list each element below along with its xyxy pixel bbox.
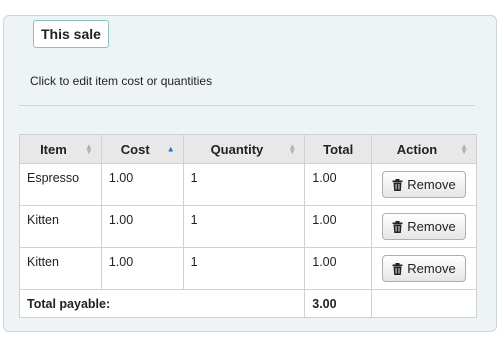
sale-panel: This sale Click to edit item cost or qua… bbox=[3, 15, 497, 332]
column-header-quantity[interactable]: Quantity ▲ ▼ bbox=[182, 134, 306, 164]
sale-table: Item ▲ ▼ Cost ▲ Quantity ▲ ▼ Total Action … bbox=[18, 134, 477, 318]
column-header-label: Action bbox=[396, 141, 438, 157]
edit-hint: Click to edit item cost or quantities bbox=[30, 74, 213, 88]
table-row: Espresso 1.00 1 1.00 Remove bbox=[19, 163, 477, 206]
trash-icon bbox=[392, 262, 403, 275]
remove-button-label: Remove bbox=[407, 177, 456, 192]
remove-button[interactable]: Remove bbox=[382, 255, 466, 282]
cost-cell[interactable]: 1.00 bbox=[100, 247, 184, 290]
remove-button[interactable]: Remove bbox=[382, 213, 466, 240]
column-header-total: Total bbox=[304, 134, 373, 164]
column-header-label: Cost bbox=[120, 141, 150, 157]
total-cell: 1.00 bbox=[304, 205, 373, 248]
table-row: Kitten 1.00 1 1.00 Remove bbox=[19, 247, 477, 290]
table-row: Kitten 1.00 1 1.00 Remove bbox=[19, 205, 477, 248]
item-cell: Kitten bbox=[19, 247, 102, 290]
sort-both-icon: ▲ ▼ bbox=[460, 142, 468, 156]
column-header-item[interactable]: Item ▲ ▼ bbox=[19, 134, 102, 164]
column-header-cost[interactable]: Cost ▲ bbox=[100, 134, 184, 164]
remove-button-label: Remove bbox=[407, 261, 456, 276]
trash-icon bbox=[392, 178, 403, 191]
column-header-action[interactable]: Action ▲ ▼ bbox=[371, 134, 477, 164]
divider bbox=[19, 105, 475, 106]
sort-both-icon: ▲ ▼ bbox=[84, 142, 93, 156]
column-header-label: Item bbox=[40, 141, 67, 157]
cost-cell[interactable]: 1.00 bbox=[100, 163, 184, 206]
column-header-label: Quantity bbox=[210, 141, 264, 157]
quantity-cell[interactable]: 1 bbox=[182, 163, 306, 206]
quantity-cell[interactable]: 1 bbox=[182, 247, 306, 290]
action-cell: Remove bbox=[371, 205, 477, 248]
total-payable-value: 3.00 bbox=[304, 289, 373, 318]
action-cell: Remove bbox=[371, 163, 477, 206]
remove-button[interactable]: Remove bbox=[382, 171, 466, 198]
remove-button-label: Remove bbox=[407, 219, 456, 234]
total-payable-label: Total payable: bbox=[18, 289, 306, 318]
trash-icon bbox=[392, 220, 403, 233]
total-row-empty-cell bbox=[371, 289, 477, 318]
item-cell: Kitten bbox=[19, 205, 102, 248]
total-row: Total payable: 3.00 bbox=[18, 289, 477, 318]
quantity-cell[interactable]: 1 bbox=[182, 205, 306, 248]
table-header-row: Item ▲ ▼ Cost ▲ Quantity ▲ ▼ Total Action … bbox=[19, 134, 477, 164]
action-cell: Remove bbox=[371, 247, 477, 290]
sort-both-icon: ▲ ▼ bbox=[288, 142, 297, 156]
item-cell: Espresso bbox=[19, 163, 102, 206]
total-cell: 1.00 bbox=[304, 163, 373, 206]
total-cell: 1.00 bbox=[304, 247, 373, 290]
column-header-label: Total bbox=[323, 141, 354, 157]
panel-legend: This sale bbox=[33, 20, 109, 48]
cost-cell[interactable]: 1.00 bbox=[100, 205, 184, 248]
sort-ascending-icon: ▲ bbox=[166, 144, 175, 154]
